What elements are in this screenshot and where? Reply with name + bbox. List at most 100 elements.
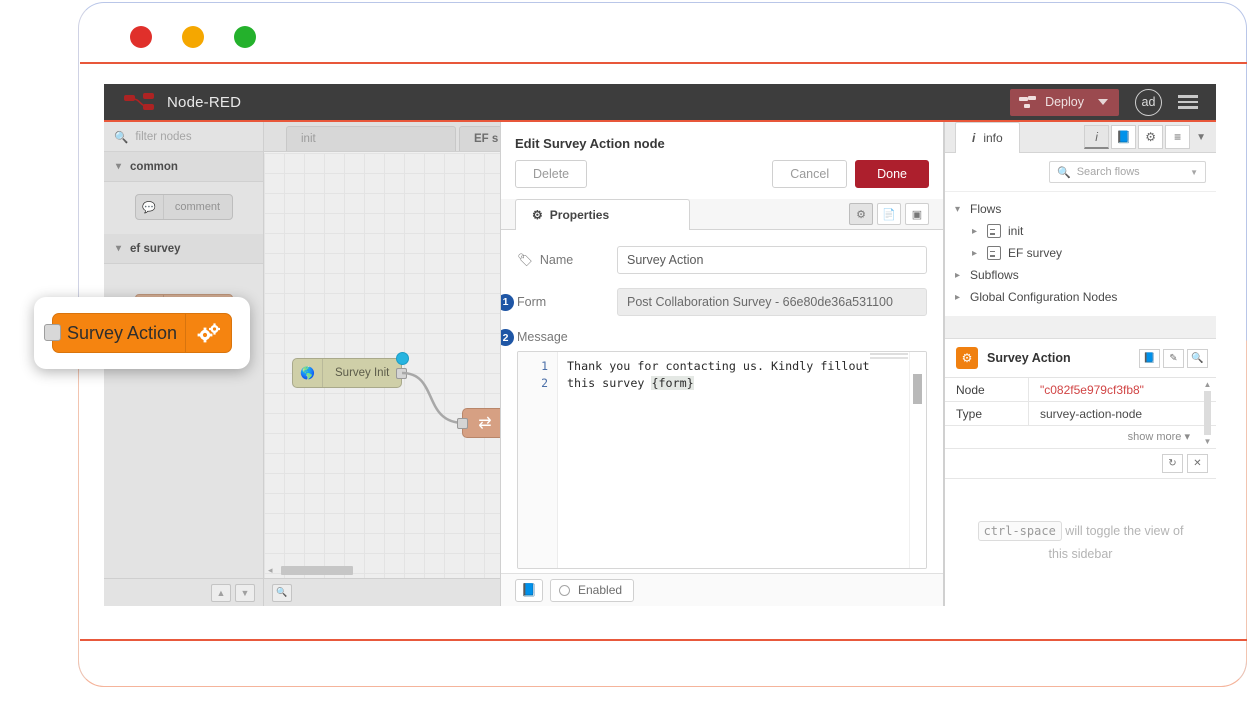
palette-node-comment[interactable]: 💬 comment <box>135 194 233 220</box>
sidebar-tab-bar: i info i 📘 ⚙ ≡ ▼ <box>945 122 1216 153</box>
enabled-label: Enabled <box>578 583 622 597</box>
input-port[interactable] <box>44 324 61 341</box>
palette-footer: ▲ ▼ <box>104 578 263 606</box>
field-label-text: Form <box>517 295 546 309</box>
maximize-window-dot[interactable] <box>234 26 256 48</box>
chevron-down-icon[interactable]: ▼ <box>1190 168 1198 177</box>
avatar[interactable]: ad <box>1135 89 1162 116</box>
sidebar-tab-info[interactable]: i info <box>955 122 1020 153</box>
node-info-panel: ⚙ Survey Action 📘 ✎ 🔍 Node "c082f5e979cf… <box>945 338 1216 479</box>
flow-node-survey-init[interactable]: 🌎 Survey Init <box>292 358 402 388</box>
tab-properties-label: Properties <box>550 208 609 222</box>
enabled-toggle[interactable]: Enabled <box>550 579 634 602</box>
table-row: Type survey-action-node <box>945 402 1216 426</box>
editor-code[interactable]: Thank you for contacting us. Kindly fill… <box>558 352 909 568</box>
tree-item-global-config-nodes[interactable]: ▸ Global Configuration Nodes <box>945 286 1216 308</box>
search-icon[interactable]: 🔍 <box>1187 349 1208 368</box>
scroll-left-arrow[interactable]: ◂ <box>268 565 273 576</box>
palette-category-ef-survey[interactable]: ▾ ef survey <box>104 234 263 264</box>
tree-item-init[interactable]: ▸ init <box>945 220 1216 242</box>
tree-item-ef-survey[interactable]: ▸ EF survey <box>945 242 1216 264</box>
collapse-all-button[interactable]: ▲ <box>211 584 231 602</box>
tree-item-label: EF survey <box>1008 246 1062 260</box>
field-form: 1 Form Post Collaboration Survey - 66e80… <box>517 288 927 316</box>
chevron-right-icon[interactable]: ▸ <box>972 248 980 259</box>
scrollbar-thumb[interactable] <box>1204 391 1211 435</box>
tree-item-flows[interactable]: ▾ Flows <box>945 198 1216 220</box>
palette-filter-input[interactable]: 🔍 filter nodes <box>104 122 263 152</box>
scroll-down-arrow[interactable]: ▼ <box>1204 437 1212 446</box>
chevron-right-icon[interactable]: ▸ <box>955 292 963 303</box>
appearance-icon[interactable]: ▣ <box>905 203 929 225</box>
gear-icon[interactable]: ⚙ <box>1138 125 1163 149</box>
expand-all-button[interactable]: ▼ <box>235 584 255 602</box>
zoomed-survey-action-node[interactable]: Survey Action <box>52 313 232 353</box>
chevron-down-icon[interactable]: ▾ <box>955 204 963 215</box>
done-button[interactable]: Done <box>855 160 929 188</box>
deploy-button[interactable]: Deploy <box>1010 89 1119 116</box>
name-input-value: Survey Action <box>627 253 703 267</box>
node-status-badge <box>396 352 409 365</box>
name-input[interactable]: Survey Action <box>617 246 927 274</box>
canvas-search-button[interactable]: 🔍 <box>272 584 292 602</box>
info-icon[interactable]: i <box>1084 125 1109 149</box>
close-window-dot[interactable] <box>130 26 152 48</box>
frame-divider-top <box>80 62 1247 64</box>
flow-tab-init[interactable]: init <box>286 126 456 151</box>
flow-tab-label: EF s <box>474 133 498 145</box>
gear-icon: ⚙ <box>532 208 543 222</box>
header-actions: Deploy ad <box>1010 89 1216 116</box>
refresh-icon[interactable]: ↻ <box>1162 454 1183 473</box>
context-icon[interactable]: ≡ <box>1165 125 1190 149</box>
hint-text-1: will toggle the view of <box>1065 524 1183 538</box>
chevron-right-icon[interactable]: ▸ <box>972 226 980 237</box>
chevron-right-icon[interactable]: ▸ <box>955 270 963 281</box>
tree-item-label: Subflows <box>970 268 1019 282</box>
hamburger-menu-icon[interactable] <box>1178 95 1198 109</box>
chevron-down-icon[interactable]: ▼ <box>1192 132 1210 143</box>
switch-icon: ⇄ <box>478 413 491 433</box>
palette-category-label: common <box>130 161 178 173</box>
palette-node-label: comment <box>164 201 232 213</box>
palette-category-common-body: 💬 comment <box>104 182 263 234</box>
annotation-badge-2: 2 <box>501 329 514 346</box>
message-code-editor[interactable]: 1 2 Thank you for contacting us. Kindly … <box>517 351 927 569</box>
delete-button[interactable]: Delete <box>515 160 587 188</box>
form-select-input[interactable]: Post Collaboration Survey - 66e80de36a53… <box>617 288 927 316</box>
node-info-key: Type <box>945 402 1029 425</box>
node-info-table: Node "c082f5e979cf3fb8" Type survey-acti… <box>945 378 1216 448</box>
cancel-button[interactable]: Cancel <box>772 160 847 188</box>
node-info-key: Node <box>945 378 1029 401</box>
editor-gutter: 1 2 <box>518 352 558 568</box>
input-port[interactable] <box>457 418 468 429</box>
description-icon[interactable]: 📘 <box>1139 349 1160 368</box>
close-icon[interactable]: ✕ <box>1187 454 1208 473</box>
form-select-value: Post Collaboration Survey - 66e80de36a53… <box>627 295 893 309</box>
code-line-1: Thank you for contacting us. Kindly fill… <box>567 359 870 373</box>
description-icon[interactable]: 📘 <box>515 579 543 602</box>
tools-icon[interactable]: ✎ <box>1163 349 1184 368</box>
editor-scrollbar[interactable] <box>909 352 926 568</box>
scroll-up-arrow[interactable]: ▲ <box>1204 380 1212 389</box>
node-info-scrollbar[interactable]: ▲ ▼ <box>1203 380 1212 446</box>
chevron-down-icon[interactable] <box>1098 99 1108 105</box>
palette-category-common[interactable]: ▾ common <box>104 152 263 182</box>
minimize-window-dot[interactable] <box>182 26 204 48</box>
show-more-button[interactable]: show more ▾ <box>945 426 1216 448</box>
gears-icon <box>185 314 231 352</box>
scrollbar-thumb[interactable] <box>281 566 353 575</box>
scrollbar-thumb[interactable] <box>913 374 922 404</box>
tree-item-subflows[interactable]: ▸ Subflows <box>945 264 1216 286</box>
search-icon: 🔍 <box>114 130 128 144</box>
line-number: 1 <box>518 358 548 375</box>
description-icon[interactable]: 📄 <box>877 203 901 225</box>
tab-properties[interactable]: ⚙ Properties <box>515 199 690 230</box>
show-more-label: show more <box>1128 431 1182 443</box>
description-icon[interactable]: 📘 <box>1111 125 1136 149</box>
search-flows-input[interactable]: 🔍 Search flows ▼ <box>1049 161 1206 183</box>
gear-icon[interactable]: ⚙ <box>849 203 873 225</box>
comment-icon: 💬 <box>136 195 164 219</box>
message-label-text: Message <box>517 330 568 344</box>
code-token-form: {form} <box>651 376 693 390</box>
node-info-tools: ↻ ✕ <box>945 448 1216 479</box>
